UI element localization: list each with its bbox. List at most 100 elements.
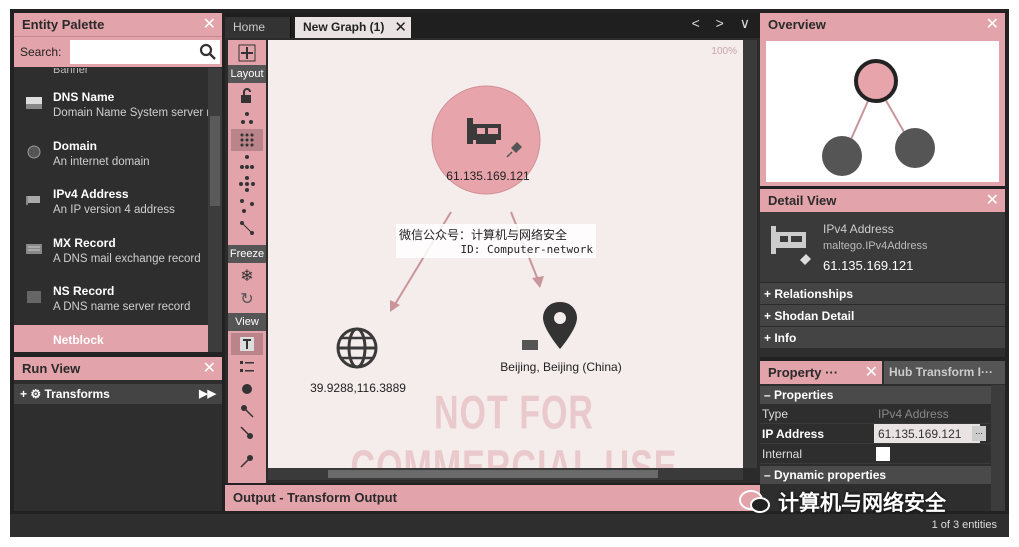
- detail-view-header: Detail View ✕: [760, 189, 1005, 212]
- close-icon[interactable]: ✕: [986, 189, 999, 212]
- detail-entity-value: 61.135.169.121: [823, 258, 914, 273]
- close-tab-icon[interactable]: ✕: [394, 17, 407, 38]
- overlay-text: 微信公众号：计算机与网络安全 ID: Computer-network: [396, 224, 596, 258]
- entity-desc: Domain Name System server name: [53, 107, 208, 119]
- dynamic-properties-section[interactable]: – Dynamic properties: [760, 466, 1005, 484]
- ip-address-field[interactable]: 61.135.169.121: [874, 424, 980, 443]
- refresh-icon[interactable]: ↻: [231, 288, 263, 310]
- property-scrollbar[interactable]: [991, 385, 1005, 511]
- close-icon[interactable]: ✕: [986, 13, 999, 36]
- section-info[interactable]: + Info: [760, 326, 1005, 348]
- entity-desc: An IP version 4 address: [53, 204, 175, 216]
- search-icon[interactable]: [199, 43, 217, 61]
- graph-hscroll[interactable]: [268, 468, 743, 480]
- select-parents-icon[interactable]: [231, 400, 263, 422]
- entity-palette-title: Entity Palette: [22, 17, 105, 32]
- location-node-icon[interactable]: [522, 302, 577, 350]
- entity-desc: An internet domain: [53, 155, 150, 168]
- wechat-watermark: 计算机与网络安全: [738, 487, 946, 517]
- organic-layout-icon[interactable]: [231, 195, 263, 217]
- tab-label: New Graph (1): [303, 20, 385, 34]
- expand-icon[interactable]: + ⚙: [20, 387, 44, 401]
- edit-button[interactable]: ...: [972, 426, 986, 441]
- block-layout-icon[interactable]: [231, 107, 263, 129]
- graph-tabs: Home New Graph (1) ✕ < > ∨: [225, 13, 760, 38]
- run-view-header: Run View ✕: [14, 357, 222, 380]
- ip-node-label: 61.135.169.121: [446, 169, 530, 183]
- grid-layout-icon[interactable]: [231, 129, 263, 151]
- detail-view-panel: Detail View ✕ IPv4 Address maltego.IPv4A…: [760, 189, 1005, 357]
- entity-name: Domain: [53, 138, 98, 153]
- status-bar: 1 of 3 entities: [10, 514, 1009, 537]
- entity-mx-record[interactable]: MX Record A DNS mail exchange record: [14, 228, 208, 277]
- tab-home[interactable]: Home: [225, 17, 291, 38]
- overview-header: Overview ✕: [760, 13, 1005, 36]
- overview-minimap[interactable]: [766, 41, 999, 182]
- wechat-icon: [739, 490, 770, 513]
- run-view-panel: Run View ✕ + ⚙ Transforms ▶▶: [14, 357, 222, 511]
- tab-new-graph[interactable]: New Graph (1) ✕: [295, 17, 411, 38]
- internal-checkbox[interactable]: [876, 447, 890, 461]
- entity-list: Banner DNS Name Domain Name System serve…: [14, 68, 208, 352]
- flag-icon: [522, 340, 538, 350]
- mail-server-icon: [26, 243, 42, 254]
- palette-scrollbar[interactable]: [208, 68, 222, 352]
- run-all-icon[interactable]: ▶▶: [199, 384, 216, 404]
- properties-section[interactable]: – Properties: [760, 386, 1005, 404]
- lock-icon[interactable]: [231, 85, 263, 107]
- entity-desc: A DNS mail exchange record: [53, 252, 201, 265]
- tab-nav-icons[interactable]: < > ∨: [692, 15, 756, 32]
- entity-name: MX Record: [53, 235, 116, 250]
- select-all-icon[interactable]: [231, 42, 263, 64]
- snowflake-icon[interactable]: ❄: [231, 265, 263, 287]
- scrollbar-thumb[interactable]: [210, 116, 220, 206]
- graph-panel: Home New Graph (1) ✕ < > ∨ Layout Freeze…: [225, 13, 760, 483]
- minimap-node: [895, 128, 935, 168]
- output-header[interactable]: Output - Transform Output: [225, 485, 760, 511]
- list-view-icon[interactable]: [231, 356, 263, 378]
- entity-desc: A DNS name server record: [53, 301, 191, 313]
- graph-toolbar: Layout Freeze ❄ ↻ View: [228, 40, 266, 483]
- entity-netblock[interactable]: Netblock: [14, 324, 208, 352]
- transforms-label: Transforms: [44, 387, 110, 401]
- property-value: IPv4 Address: [874, 404, 980, 423]
- section-relationships[interactable]: + Relationships: [760, 282, 1005, 304]
- graph-vscroll[interactable]: [743, 40, 757, 468]
- dns-icon: [26, 97, 42, 109]
- tab-hub-transform[interactable]: Hub Transform I···: [884, 361, 1005, 384]
- close-icon[interactable]: ✕: [203, 357, 216, 380]
- entity-ns-record[interactable]: NS Record A DNS name server record: [14, 276, 208, 325]
- select-children-icon[interactable]: [231, 422, 263, 444]
- close-icon[interactable]: ✕: [203, 13, 216, 36]
- entity-name: NS Record: [53, 284, 115, 298]
- entity-domain[interactable]: Domain An internet domain: [14, 131, 208, 180]
- graph-canvas[interactable]: 100% 61.135.169.121 39.9288,116.3889 Bei…: [268, 40, 743, 468]
- entity-dns-name[interactable]: DNS Name Domain Name System server name: [14, 82, 208, 131]
- network-card-icon: [26, 196, 40, 205]
- scrollbar-thumb[interactable]: [328, 470, 658, 478]
- bubble-view-icon[interactable]: [231, 378, 263, 400]
- tab-property[interactable]: Property ··· ✕: [760, 361, 882, 384]
- entity-ipv4[interactable]: IPv4 Address An IP version 4 address: [14, 179, 208, 228]
- section-shodan-detail[interactable]: + Shodan Detail: [760, 304, 1005, 326]
- entity-palette-header: Entity Palette ✕: [14, 13, 222, 36]
- search-input[interactable]: [70, 40, 220, 64]
- detail-view-title: Detail View: [768, 193, 837, 208]
- overview-title: Overview: [768, 17, 826, 32]
- detail-entity-type-id: maltego.IPv4Address: [823, 240, 928, 252]
- commercial-watermark: NOT FOR COMMERCIAL USE: [350, 386, 678, 468]
- transforms-row[interactable]: + ⚙ Transforms ▶▶: [14, 384, 222, 404]
- interactive-layout-icon[interactable]: [231, 217, 263, 239]
- hierarchical-layout-icon[interactable]: [231, 151, 263, 173]
- text-view-icon[interactable]: [231, 333, 263, 355]
- list-item-partial: Banner: [53, 68, 89, 76]
- property-key: IP Address: [762, 427, 825, 441]
- palette-search-row: Search:: [14, 36, 222, 67]
- search-label: Search:: [20, 45, 62, 59]
- coords-node-icon[interactable]: [336, 327, 378, 369]
- close-icon[interactable]: ✕: [865, 361, 878, 384]
- property-row-type: Type IPv4 Address: [760, 404, 1005, 424]
- circular-layout-icon[interactable]: [231, 173, 263, 195]
- entity-count: 1 of 3 entities: [931, 519, 997, 531]
- select-neighbors-icon[interactable]: [231, 450, 263, 472]
